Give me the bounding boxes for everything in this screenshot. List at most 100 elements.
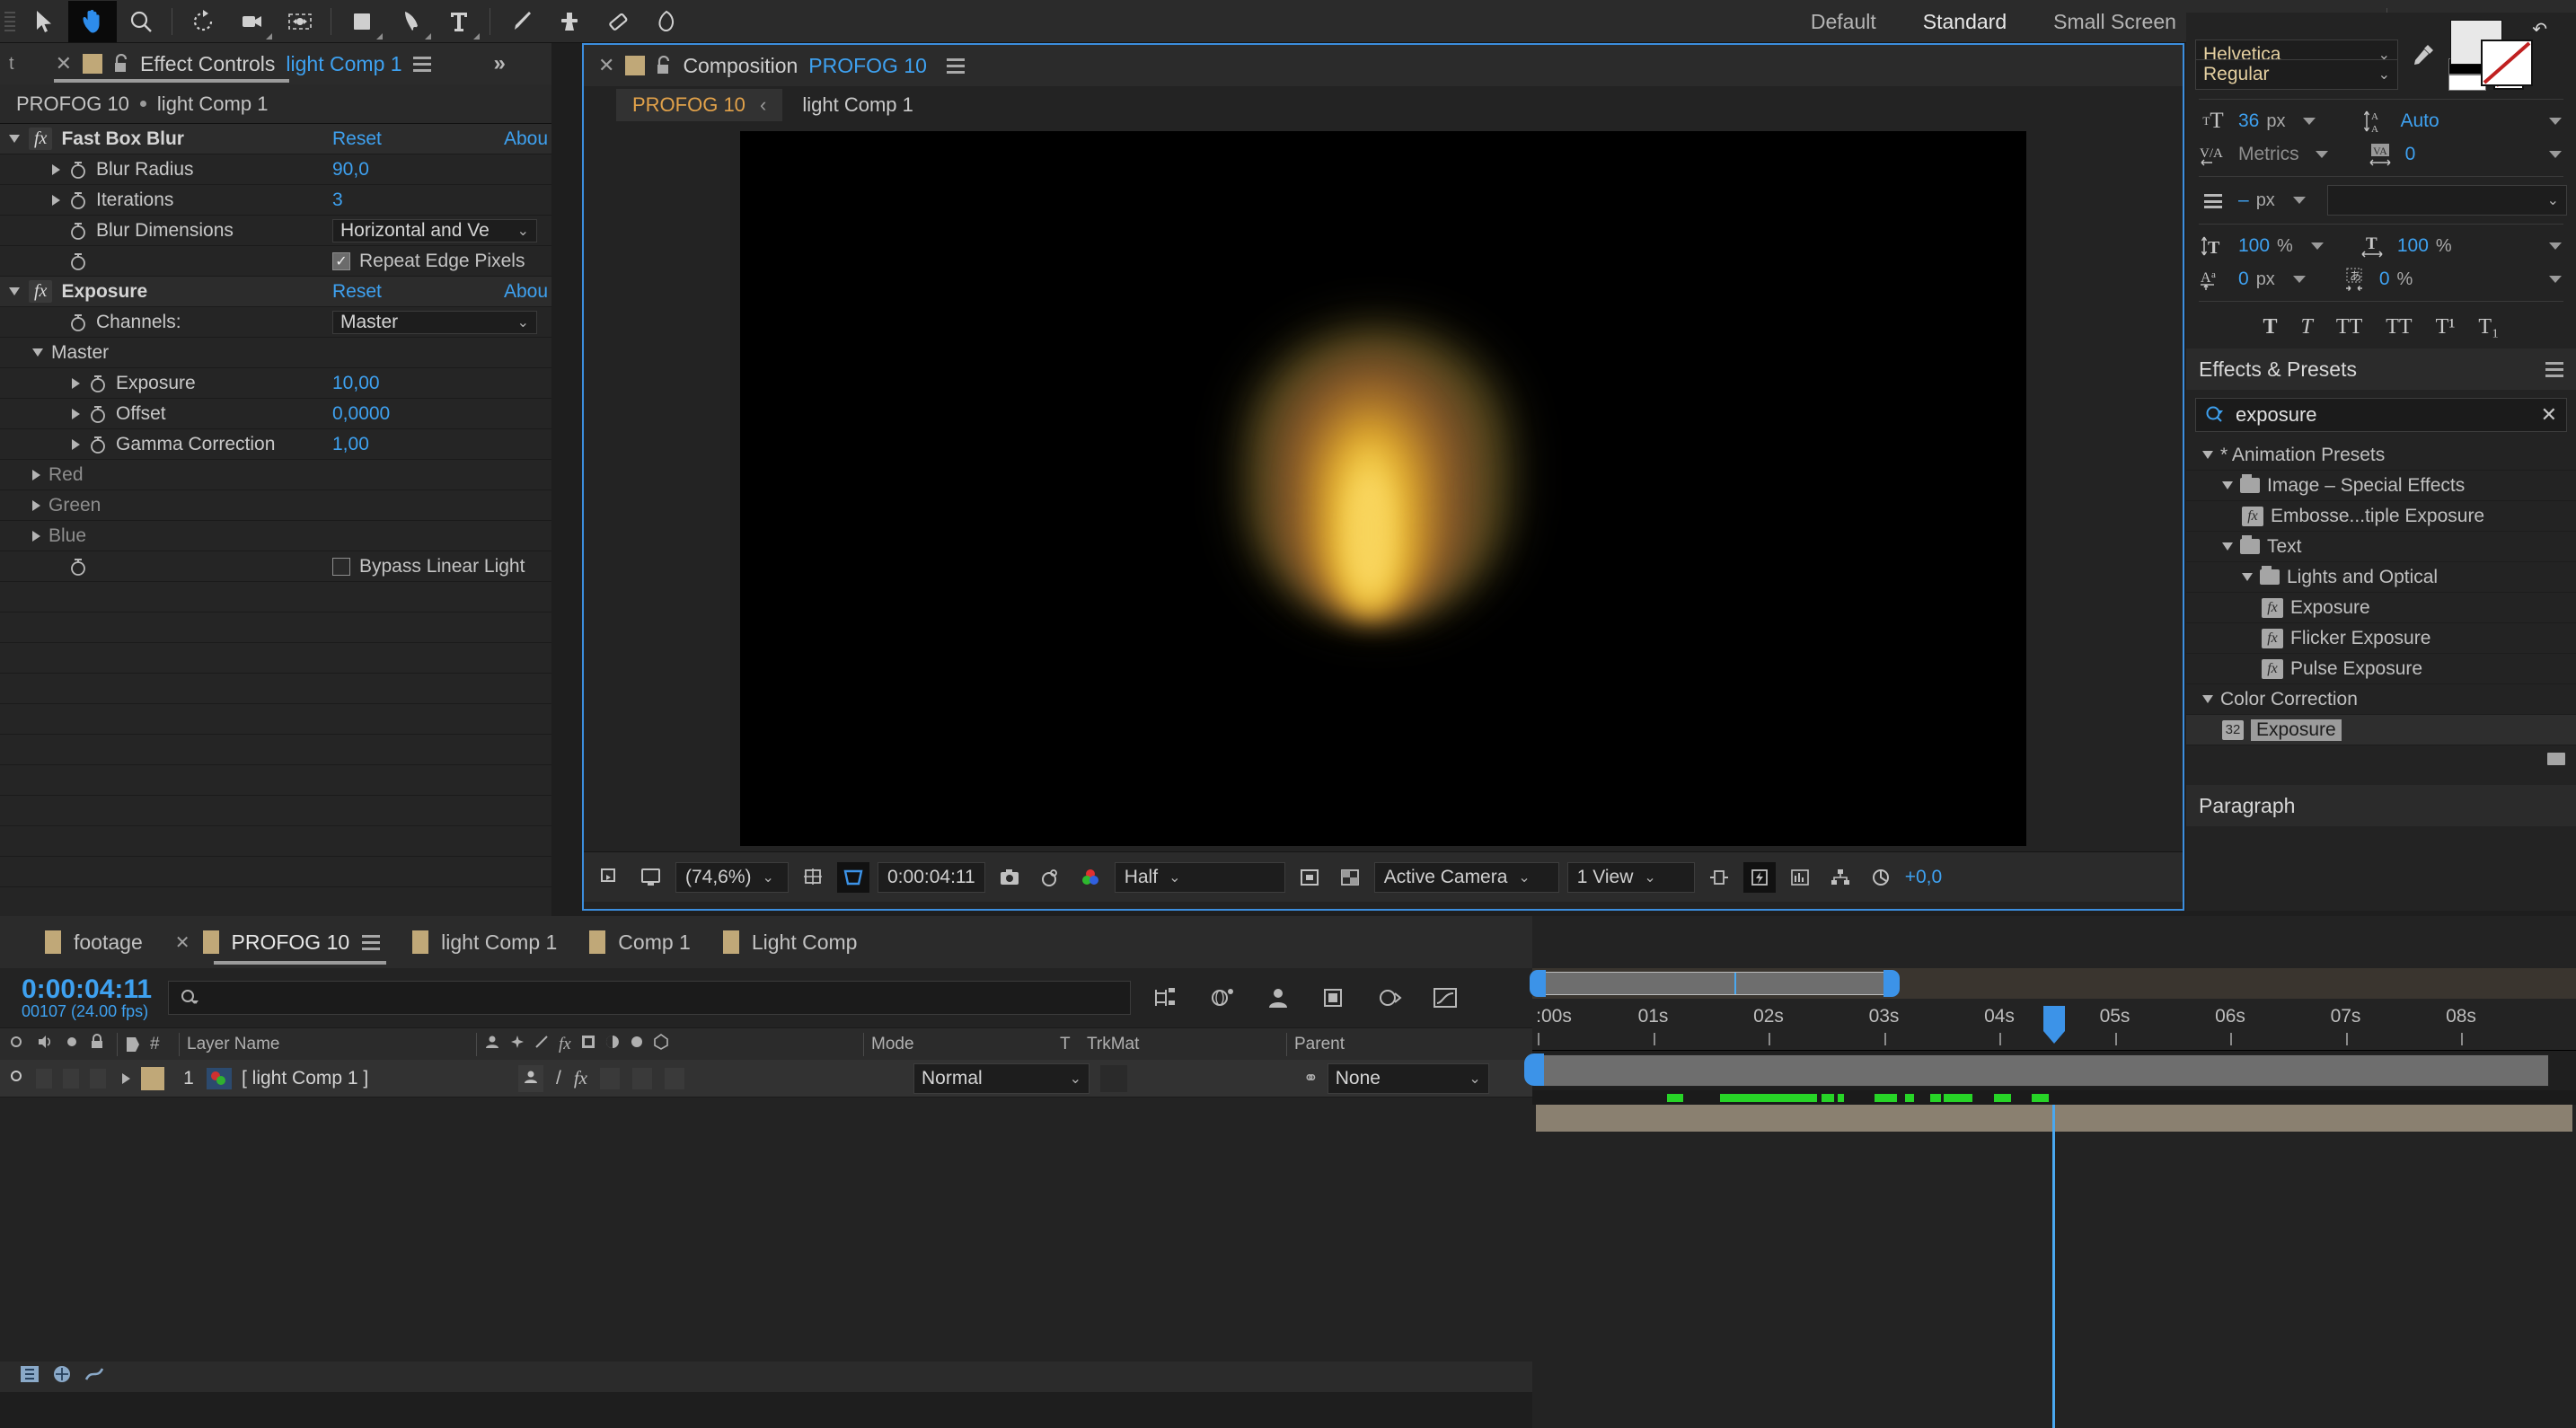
eraser-tool[interactable] xyxy=(594,1,642,42)
selection-tool[interactable] xyxy=(20,1,68,42)
exposure-reset-icon[interactable] xyxy=(1865,862,1897,893)
hide-shy-layers-icon[interactable] xyxy=(1258,981,1298,1015)
stroke-color-swatch[interactable] xyxy=(2481,40,2533,86)
rotation-tool[interactable] xyxy=(179,1,227,42)
chevron-down-icon[interactable] xyxy=(2293,197,2306,204)
panel-menu-icon[interactable] xyxy=(413,57,431,72)
expand-triangle-icon[interactable] xyxy=(32,500,40,511)
motion-blur-icon[interactable] xyxy=(1370,981,1409,1015)
time-ruler[interactable]: :00s 01s 02s 03s 04s 05s 06s 07s 08s xyxy=(1532,999,2576,1051)
effect-group-header[interactable]: fx Fast Box Blur Reset Abou xyxy=(0,124,551,154)
toolbar-grip[interactable] xyxy=(0,1,20,42)
stroke-width-value[interactable]: – xyxy=(2238,190,2249,211)
leading-value[interactable]: Auto xyxy=(2400,110,2439,132)
effects-search-input[interactable] xyxy=(2236,403,2532,427)
expand-triangle-icon[interactable] xyxy=(72,378,80,389)
property-dropdown[interactable]: Master ⌄ xyxy=(332,311,537,334)
property-value[interactable]: 1,00 xyxy=(332,434,369,455)
time-navigator[interactable] xyxy=(1532,1051,2576,1090)
font-size-value[interactable]: 36 xyxy=(2238,110,2259,132)
chevron-down-icon[interactable] xyxy=(2549,151,2562,158)
small-caps-button[interactable]: TT xyxy=(2386,315,2412,339)
solo-toggle-icon[interactable] xyxy=(65,1035,79,1054)
effect-property-row[interactable]: Gamma Correction 1,00 xyxy=(0,429,551,460)
chevron-down-icon[interactable] xyxy=(2549,118,2562,125)
quality-icon[interactable] xyxy=(534,1035,549,1054)
property-value[interactable]: 0,0000 xyxy=(332,403,390,425)
motion-blur-quality-icon[interactable] xyxy=(84,1365,104,1388)
lock-slot[interactable] xyxy=(90,1069,106,1089)
playhead-line[interactable] xyxy=(2052,1105,2055,1428)
tree-effect-item[interactable]: fx Flicker Exposure xyxy=(2186,623,2576,654)
effects-icon[interactable]: fx xyxy=(574,1067,587,1089)
expand-triangle-icon[interactable] xyxy=(52,195,60,206)
timeline-search-box[interactable] xyxy=(168,981,1131,1015)
camera-view-dropdown[interactable]: Active Camera ⌄ xyxy=(1374,862,1559,893)
expand-layer-triangle-icon[interactable] xyxy=(122,1073,130,1084)
panel-menu-icon[interactable] xyxy=(947,58,965,74)
effect-group-header[interactable]: fx Exposure Reset Abou xyxy=(0,277,551,307)
work-area-end-handle[interactable] xyxy=(1883,970,1900,997)
reset-button[interactable]: Reset xyxy=(332,128,382,150)
main-viewer-icon[interactable] xyxy=(635,862,667,893)
effect-property-row[interactable]: Master xyxy=(0,338,551,368)
timeline-tab[interactable]: Light Comp xyxy=(723,916,890,968)
property-checkbox[interactable]: ✓ xyxy=(332,252,350,270)
zoom-tool[interactable] xyxy=(117,1,165,42)
motion-blur-slot[interactable] xyxy=(632,1068,652,1089)
timeline-histogram-icon[interactable] xyxy=(1784,862,1816,893)
effect-property-row[interactable]: Offset 0,0000 xyxy=(0,399,551,429)
brush-tool[interactable] xyxy=(497,1,545,42)
layer-label-color[interactable] xyxy=(141,1067,164,1090)
clone-stamp-tool[interactable] xyxy=(545,1,594,42)
property-value[interactable]: 90,0 xyxy=(332,159,369,181)
faux-bold-button[interactable]: T xyxy=(2263,315,2278,339)
effect-property-row[interactable]: Green xyxy=(0,490,551,521)
viewer-timecode[interactable]: 0:00:04:11 xyxy=(878,862,985,893)
effect-property-row[interactable]: ✓ Bypass Linear Light xyxy=(0,551,551,582)
frame-blending-icon[interactable] xyxy=(1314,981,1354,1015)
workspace-standard[interactable]: Standard xyxy=(1900,0,2030,43)
panel-menu-icon[interactable] xyxy=(2545,362,2563,377)
chevron-down-icon[interactable] xyxy=(2293,276,2306,283)
pixel-aspect-correction-icon[interactable] xyxy=(1703,862,1735,893)
frame-blend-slot[interactable] xyxy=(600,1068,620,1089)
toggle-switches-modes-icon[interactable] xyxy=(20,1365,40,1388)
effect-property-row[interactable]: Blue xyxy=(0,521,551,551)
parent-dropdown[interactable]: None ⌄ xyxy=(1328,1063,1489,1094)
swap-colors-icon[interactable]: ↶ xyxy=(2532,18,2547,40)
subscript-button[interactable]: T₁ xyxy=(2478,315,2499,339)
about-link[interactable]: Abou xyxy=(504,128,551,150)
composition-canvas-area[interactable] xyxy=(584,124,2183,851)
adjustment-layer-icon[interactable] xyxy=(630,1035,644,1054)
resolution-dropdown[interactable]: Half ⌄ xyxy=(1115,862,1285,893)
panel-overflow-icon[interactable]: » xyxy=(494,51,503,76)
about-link[interactable]: Abou xyxy=(504,281,551,303)
chevron-down-icon[interactable] xyxy=(2303,118,2316,125)
collapse-triangle-icon[interactable] xyxy=(2222,542,2233,551)
workspace-default[interactable]: Default xyxy=(1787,0,1900,43)
chevron-down-icon[interactable] xyxy=(2549,242,2562,250)
audio-toggle-icon[interactable] xyxy=(36,1034,54,1055)
hand-tool[interactable] xyxy=(68,1,117,42)
tree-effect-item[interactable]: fx Exposure xyxy=(2186,593,2576,623)
expand-triangle-icon[interactable] xyxy=(72,439,80,450)
tree-category[interactable]: * Animation Presets xyxy=(2186,440,2576,471)
collapse-triangle-icon[interactable] xyxy=(2222,481,2233,489)
timeline-tab[interactable]: footage xyxy=(45,916,175,968)
superscript-button[interactable]: T¹ xyxy=(2436,315,2456,339)
comp-flowchart-icon[interactable] xyxy=(52,1365,72,1388)
close-icon[interactable]: ✕ xyxy=(56,52,72,75)
property-value[interactable]: 10,00 xyxy=(332,373,380,394)
clear-search-icon[interactable]: ✕ xyxy=(2541,403,2557,427)
parent-pickwhip-icon[interactable]: ⚭ xyxy=(1303,1067,1319,1089)
breadcrumb-item-light-comp[interactable]: light Comp 1 xyxy=(786,89,930,121)
3d-layer-slot[interactable] xyxy=(665,1068,684,1089)
all-caps-button[interactable]: TT xyxy=(2336,315,2362,339)
current-time-display[interactable]: 0:00:04:11 00107 (24.00 fps) xyxy=(22,975,152,1020)
expand-triangle-icon[interactable] xyxy=(32,470,40,480)
composition-canvas[interactable] xyxy=(740,131,2026,846)
composition-tab[interactable]: ✕ Composition PROFOG 10 xyxy=(584,45,2183,86)
panel-drag-handle[interactable]: t xyxy=(9,54,14,75)
property-value[interactable]: 3 xyxy=(332,190,343,211)
